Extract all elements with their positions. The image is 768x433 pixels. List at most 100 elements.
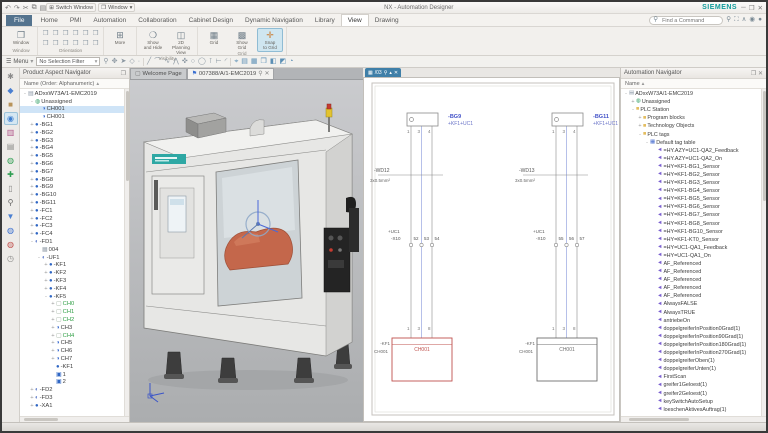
orientation-icon[interactable]: ❒ [81, 29, 90, 38]
tree-item[interactable]: ◄ =HY.AZY=UC1-QA2_On [621, 155, 766, 163]
tree-item[interactable]: ◄ AF_Referenced [621, 260, 766, 268]
tree-item[interactable]: ◄ keySwitchAutoSetup [621, 398, 766, 406]
show-and-hide-button[interactable]: ❍ Show and Hide [140, 28, 166, 52]
move-icon[interactable]: ✜ [182, 58, 188, 65]
datum-icon[interactable]: ◇ [129, 58, 134, 65]
assembly-icon[interactable]: ◆ [4, 84, 18, 97]
2d-planning-view-button[interactable]: ◫ 2D Planning View [168, 28, 194, 57]
tree-item[interactable]: ◄ =HY=KF1-BG10_Sensor [621, 228, 766, 236]
spline-icon[interactable]: ∿ [164, 58, 170, 65]
pin-icon[interactable]: ⚲ [258, 71, 262, 77]
orientation-icon[interactable]: ❒ [51, 39, 60, 48]
tree-item[interactable]: ◄ =HY=KF1-BG1_Sensor [621, 163, 766, 171]
tree-item[interactable]: ◄ =HY=KF1-BG7_Sensor [621, 211, 766, 219]
window-icon[interactable]: ❒ [261, 58, 267, 65]
filter-icon[interactable]: ▼ [4, 210, 18, 223]
tab-pmi[interactable]: PMI [64, 15, 88, 26]
tree-item[interactable]: ◄ =HY=KF1-BG2_Sensor [621, 171, 766, 179]
tree-item[interactable]: + ● -BG6 [20, 160, 129, 168]
tree-item[interactable]: + ◑ CH3 [20, 324, 129, 332]
schematic-sheet[interactable]: -BG9 +KF1+UC1 1 3 4 -WD12 3x0.5mm² +UC1 -X10 52 53… [363, 77, 620, 422]
tree-item[interactable]: ◄ =HY=KF1-BG5_Sensor [621, 195, 766, 203]
tree-item[interactable]: ◄ doppelgreiferInPosition180Grad(1) [621, 341, 766, 349]
close-icon[interactable]: ✕ [265, 71, 270, 77]
float-panel-icon[interactable]: ❐ [121, 70, 126, 77]
search-icon[interactable]: ⚲ [4, 196, 18, 209]
orientation-icon[interactable]: ❒ [71, 29, 80, 38]
ellipse-icon[interactable]: ◯ [198, 58, 206, 65]
tree-item[interactable]: + ● -XA1 [20, 402, 129, 410]
tree-item[interactable]: + ● -FC3 [20, 223, 129, 231]
gear-icon[interactable]: ✱ [4, 70, 18, 83]
circle-icon[interactable]: ○ [191, 58, 195, 65]
tree-item[interactable]: + ◑ CH5 [20, 340, 129, 348]
switch-window-button[interactable]: ⊞ Switch Window [46, 3, 97, 12]
orientation-icon[interactable]: ❒ [41, 39, 50, 48]
extend-icon[interactable]: ⊢ [216, 58, 222, 65]
tree-item[interactable]: + ● -BG3 [20, 137, 129, 145]
globe-red-icon[interactable]: ◍ [4, 238, 18, 251]
tools-icon[interactable]: ◩ [279, 58, 286, 65]
tree-item[interactable]: + ● -BG8 [20, 176, 129, 184]
tab-dynamic-navigation[interactable]: Dynamic Navigation [239, 15, 309, 26]
collapse-icon[interactable]: ▴ [389, 70, 392, 76]
tab-home[interactable]: Home [34, 15, 63, 26]
notes-icon[interactable]: ▤ [4, 140, 18, 153]
tree-item[interactable]: ◄ loeschenAktivesAuftrag(1) [621, 406, 766, 414]
tree-item[interactable]: ◄ doppelgreiferOben(1) [621, 357, 766, 365]
left-column-header[interactable]: Name (Order: Alphanumeric) [24, 81, 94, 87]
tree-item[interactable]: - ◐ -FD1 [20, 238, 129, 246]
left-vscrollbar[interactable] [124, 89, 129, 416]
globe-blue-icon[interactable]: ◍ [4, 224, 18, 237]
search-input[interactable] [660, 16, 719, 25]
cut-icon[interactable]: ✂ [23, 4, 29, 12]
tree-item[interactable]: + ● -BG4 [20, 145, 129, 153]
tree-item[interactable]: + ▢ CH0 [20, 301, 129, 309]
selection-filter-combo[interactable]: No Selection Filter ▾ [36, 57, 101, 66]
minimize-button[interactable]: ─ [741, 4, 746, 12]
tree-item[interactable]: ◄ AF_Referenced [621, 292, 766, 300]
orientation-icon[interactable]: ❒ [61, 29, 70, 38]
tree-item[interactable]: ▣ 2 [20, 378, 129, 386]
snap-to-grid-button[interactable]: ✛ Snap to Grid [257, 28, 283, 53]
select-icon[interactable]: ➤ [120, 58, 126, 65]
viewport-3d[interactable] [130, 80, 363, 422]
tree-item[interactable]: + ▢ CH4 [20, 332, 129, 340]
tree-item[interactable]: - ■ PLC Station [621, 106, 766, 114]
tab-library[interactable]: Library [309, 15, 341, 26]
tree-item[interactable]: ◄ greifer1Geloest(1) [621, 381, 766, 389]
orientation-icon[interactable]: ❒ [91, 29, 100, 38]
tree-item[interactable]: + ◍ Unassigned [621, 98, 766, 106]
window-button[interactable]: ❒ Window [8, 28, 34, 47]
add-icon[interactable]: ✚ [4, 168, 18, 181]
zoom-icon[interactable]: ⚲ [103, 58, 108, 65]
tree-item[interactable]: + ◐ -FD3 [20, 394, 129, 402]
account-icon[interactable]: ● [758, 17, 762, 24]
tree-item[interactable]: + ◐ -FD2 [20, 386, 129, 394]
schematic-tab[interactable]: ▦ /03 ⚲ ▴ ✕ [365, 68, 402, 77]
orientation-icon[interactable]: ❒ [81, 39, 90, 48]
redo-icon[interactable]: ↷ [14, 4, 20, 12]
tree-item[interactable]: + ▢ CH2 [20, 316, 129, 324]
tree-item[interactable]: ◄ AF_Referenced [621, 268, 766, 276]
tree-item[interactable]: + ● -BG2 [20, 129, 129, 137]
tree-item[interactable]: ◄ doppelgreiferInPosition270Grad(1) [621, 349, 766, 357]
tree-item[interactable]: ◄ =HY=KF1-BG8_Sensor [621, 220, 766, 228]
close-button[interactable]: ✕ [758, 4, 763, 12]
tree-item[interactable]: + ● -BG11 [20, 199, 129, 207]
tree-item[interactable]: + ● -KF3 [20, 277, 129, 285]
tree-item[interactable]: ◄ =HY.AZY=UC1-QA2_Feedback [621, 147, 766, 155]
tree-item[interactable]: + ◑ CH6 [20, 347, 129, 355]
view-style-icon[interactable]: ▦ [251, 58, 258, 65]
tab-automation[interactable]: Automation [87, 15, 132, 26]
tree-item[interactable]: ◄ AF_Referenced [621, 276, 766, 284]
menu-button[interactable]: ☰ Menu ▾ [6, 58, 33, 66]
command-search[interactable]: ⚲ [649, 16, 724, 25]
tree-item[interactable]: ◄ AF_Referenced [621, 284, 766, 292]
orientation-icon[interactable]: ❒ [61, 39, 70, 48]
show-grid-button[interactable]: ▩ Show Grid [229, 28, 255, 52]
tab-collaboration[interactable]: Collaboration [132, 15, 182, 26]
tree-item[interactable]: + ▢ CH1 [20, 308, 129, 316]
paste-icon[interactable]: ▤ [40, 4, 47, 12]
tree-item[interactable]: ◑ CH001 [20, 113, 129, 121]
